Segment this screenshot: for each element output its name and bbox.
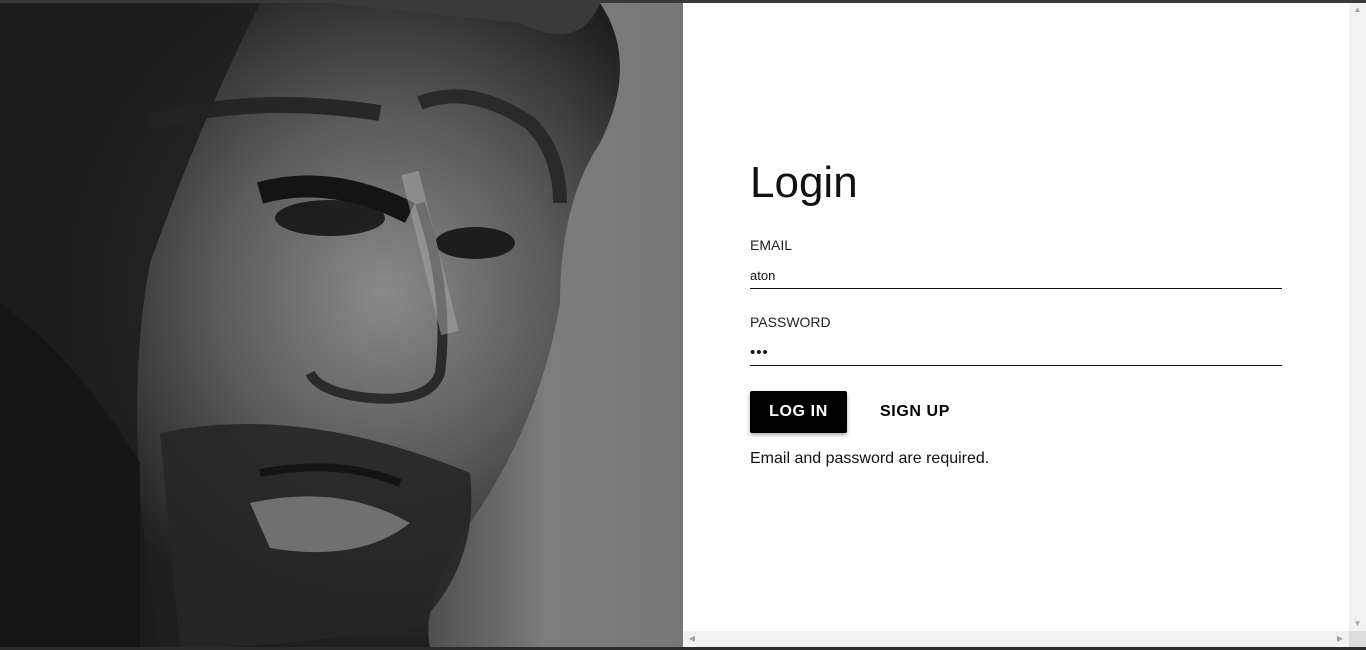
scrollbar-corner xyxy=(1349,631,1366,647)
password-label: PASSWORD xyxy=(750,314,831,330)
validation-error-message: Email and password are required. xyxy=(750,450,990,467)
login-button[interactable]: LOG IN xyxy=(750,391,847,433)
password-field[interactable] xyxy=(750,339,1282,366)
scroll-up-arrow-icon[interactable]: ▲ xyxy=(1349,3,1366,17)
scroll-down-arrow-icon[interactable]: ▼ xyxy=(1349,617,1366,631)
man-portrait-image xyxy=(0,3,683,648)
scroll-left-arrow-icon[interactable]: ◀ xyxy=(685,631,699,647)
vertical-scrollbar[interactable]: ▲ ▼ xyxy=(1349,3,1366,631)
horizontal-scrollbar[interactable]: ◀ ▶ xyxy=(683,631,1349,647)
login-form-panel: Login EMAIL PASSWORD LOG IN SIGN UP Emai… xyxy=(683,3,1349,631)
signup-button[interactable]: SIGN UP xyxy=(869,391,961,433)
scroll-right-arrow-icon[interactable]: ▶ xyxy=(1333,631,1347,647)
email-label: EMAIL xyxy=(750,237,793,253)
hero-photo xyxy=(0,3,683,648)
page-title: Login xyxy=(750,158,858,207)
email-field[interactable] xyxy=(750,262,1282,289)
